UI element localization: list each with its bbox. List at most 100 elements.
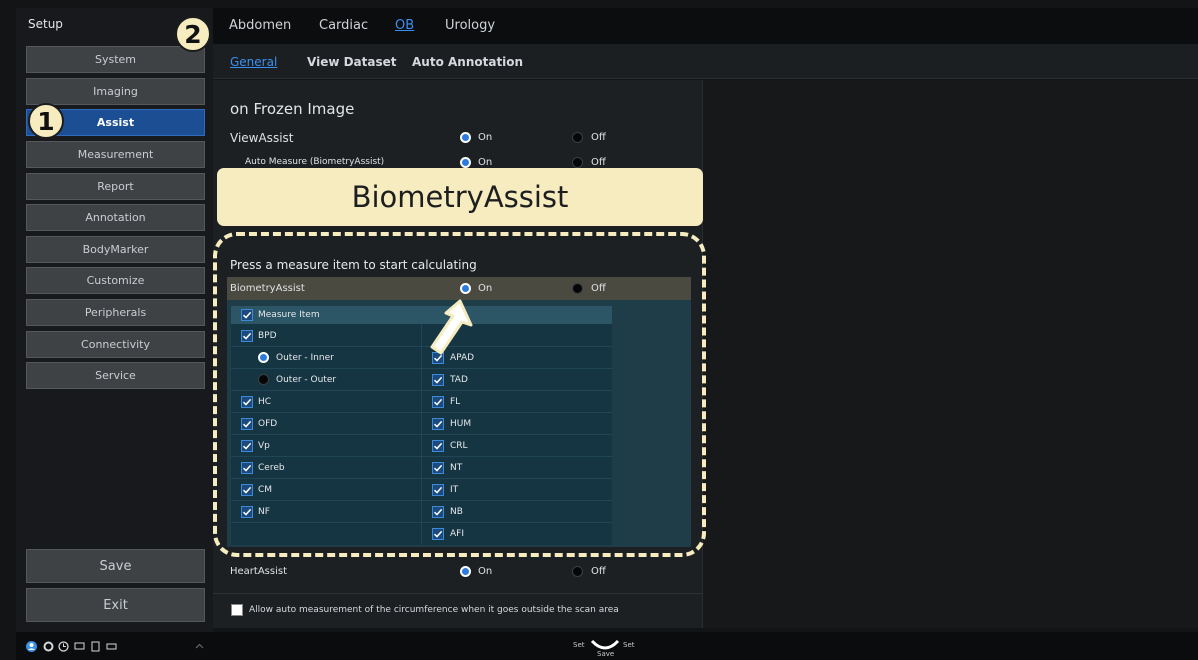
it-checkbox[interactable] <box>432 484 444 496</box>
check-icon <box>242 398 252 406</box>
bpd-checkbox[interactable] <box>241 330 253 342</box>
auto-measure-off-radio[interactable] <box>572 157 583 168</box>
subtab-general[interactable]: General <box>230 55 277 69</box>
subtab-auto-annotation[interactable]: Auto Annotation <box>412 55 523 69</box>
sidebar-item-report[interactable]: Report <box>26 173 205 200</box>
auto-circumference-label: Allow auto measurement of the circumfere… <box>249 605 619 615</box>
bpd-outer-inner-label: Outer - Inner <box>276 353 334 363</box>
biometryassist-callout: BiometryAssist <box>217 168 703 226</box>
set-label-right: Set <box>623 641 635 649</box>
biometryassist-label: BiometryAssist <box>230 283 305 294</box>
nb-label: NB <box>450 507 463 517</box>
check-icon <box>433 442 443 450</box>
heartassist-on-radio[interactable] <box>460 566 471 577</box>
cereb-label: Cereb <box>258 463 285 473</box>
chevron-up-icon[interactable] <box>194 641 205 652</box>
heartassist-off-radio[interactable] <box>572 566 583 577</box>
nb-checkbox[interactable] <box>432 506 444 518</box>
settings-icon[interactable] <box>43 641 54 652</box>
fl-checkbox[interactable] <box>432 396 444 408</box>
hum-checkbox[interactable] <box>432 418 444 430</box>
grid-row-line <box>231 522 612 523</box>
hum-label: HUM <box>450 419 472 429</box>
hc-checkbox[interactable] <box>241 396 253 408</box>
cereb-checkbox[interactable] <box>241 462 253 474</box>
biometryassist-off-radio[interactable] <box>572 283 583 294</box>
instruction-text: Press a measure item to start calculatin… <box>230 258 477 272</box>
tab-abdomen[interactable]: Abdomen <box>229 18 291 33</box>
viewassist-off-label: Off <box>591 132 606 143</box>
sidebar-item-system[interactable]: System <box>26 46 205 73</box>
check-icon <box>433 486 443 494</box>
sidebar-item-annotation[interactable]: Annotation <box>26 204 205 231</box>
sidebar-item-connectivity[interactable]: Connectivity <box>26 331 205 358</box>
save-label: Save <box>597 650 615 658</box>
step-marker-1: 1 <box>28 103 64 139</box>
step-marker-2: 2 <box>175 16 211 52</box>
grid-row-line <box>231 478 612 479</box>
check-icon <box>433 376 443 384</box>
grid-row-line <box>231 368 612 369</box>
heartassist-label: HeartAssist <box>230 566 288 577</box>
afi-label: AFI <box>450 529 464 539</box>
sidebar-item-peripherals[interactable]: Peripherals <box>26 299 205 326</box>
tad-label: TAD <box>450 375 468 385</box>
viewassist-off-radio[interactable] <box>572 132 583 143</box>
pointer-arrow-icon <box>430 299 473 355</box>
vp-checkbox[interactable] <box>241 440 253 452</box>
tab-urology[interactable]: Urology <box>445 18 495 33</box>
sidebar-item-service[interactable]: Service <box>26 362 205 389</box>
clock-icon[interactable] <box>58 641 69 652</box>
sidebar-item-measurement[interactable]: Measurement <box>26 141 205 168</box>
viewassist-label: ViewAssist <box>230 131 294 145</box>
grid-row-line <box>231 390 612 391</box>
tab-ob[interactable]: OB <box>395 18 414 33</box>
measure-item-all-checkbox[interactable] <box>241 309 253 321</box>
settings-subtabs: General View Dataset Auto Annotation <box>213 44 1198 79</box>
nt-checkbox[interactable] <box>432 462 444 474</box>
subtab-view-dataset[interactable]: View Dataset <box>307 55 397 69</box>
exit-button[interactable]: Exit <box>26 588 205 622</box>
check-icon <box>242 311 252 319</box>
storage-icon[interactable] <box>90 641 101 652</box>
check-icon <box>242 464 252 472</box>
sidebar-item-imaging[interactable]: Imaging <box>26 78 205 105</box>
auto-measure-on-radio[interactable] <box>460 157 471 168</box>
crl-checkbox[interactable] <box>432 440 444 452</box>
set-label-left: Set <box>573 641 585 649</box>
user-icon[interactable] <box>26 641 37 652</box>
check-icon <box>433 420 443 428</box>
nf-label: NF <box>258 507 270 517</box>
network-disconnected-icon[interactable] <box>74 641 85 652</box>
ofd-checkbox[interactable] <box>241 418 253 430</box>
sidebar-item-customize[interactable]: Customize <box>26 267 205 294</box>
check-icon <box>242 420 252 428</box>
check-icon <box>242 486 252 494</box>
auto-circumference-checkbox[interactable] <box>231 604 243 616</box>
cm-label: CM <box>258 485 273 495</box>
nf-checkbox[interactable] <box>241 506 253 518</box>
check-icon <box>433 464 443 472</box>
bpd-outer-outer-label: Outer - Outer <box>276 375 337 385</box>
trackball-arc-icon <box>590 639 620 650</box>
bpd-outer-outer-radio[interactable] <box>258 374 269 385</box>
viewassist-on-radio[interactable] <box>460 132 471 143</box>
tad-checkbox[interactable] <box>432 374 444 386</box>
bpd-outer-inner-radio[interactable] <box>258 352 269 363</box>
sidebar-item-bodymarker[interactable]: BodyMarker <box>26 236 205 263</box>
tab-cardiac[interactable]: Cardiac <box>319 18 368 33</box>
check-icon <box>242 332 252 340</box>
check-icon <box>433 398 443 406</box>
printer-disconnected-icon[interactable] <box>106 641 117 652</box>
grid-row-line <box>231 500 612 501</box>
check-icon <box>433 530 443 538</box>
nt-label: NT <box>450 463 463 473</box>
afi-checkbox[interactable] <box>432 528 444 540</box>
save-button[interactable]: Save <box>26 549 205 583</box>
biometryassist-on-radio[interactable] <box>460 283 471 294</box>
cm-checkbox[interactable] <box>241 484 253 496</box>
grid-row-line <box>231 412 612 413</box>
viewassist-on-label: On <box>478 132 493 143</box>
setup-screen: Setup System Imaging Assist Measurement … <box>0 0 1198 660</box>
application-tabs: Abdomen Cardiac OB Urology <box>213 8 1198 44</box>
